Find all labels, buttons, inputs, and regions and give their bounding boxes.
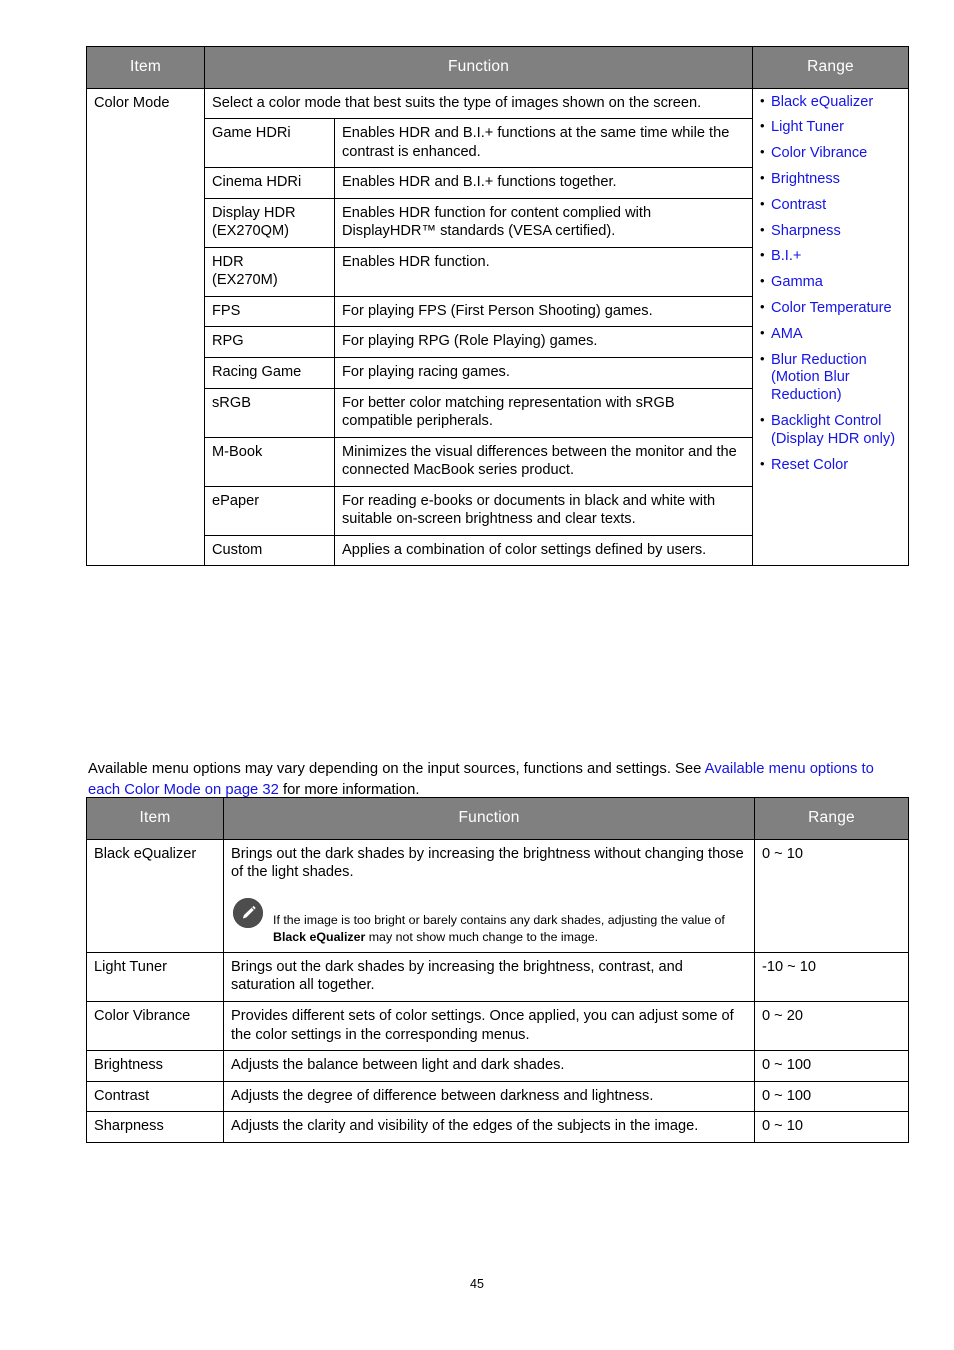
cell-mode-description: For playing RPG (Role Playing) games. <box>334 326 753 358</box>
cell-mode-name: HDR (EX270M) <box>204 246 335 297</box>
available-menu-options-note: Available menu options may vary dependin… <box>88 759 888 802</box>
range-item[interactable]: Reset Color <box>760 456 901 475</box>
cell-setting-function: Adjusts the balance between light and da… <box>223 1050 755 1082</box>
note-text-before: Available menu options may vary dependin… <box>88 760 705 777</box>
range-item[interactable]: Blur Reduction (Motion Blur Reduction) <box>760 351 901 405</box>
range-item[interactable]: B.I.+ <box>760 247 901 266</box>
cell-mode-description: Applies a combination of color settings … <box>334 534 753 567</box>
mode-name-text: Display HDR <box>212 204 296 221</box>
tip-bold-term: Black eQualizer <box>273 929 366 944</box>
table-row: Brightness Adjusts the balance between l… <box>86 1050 909 1082</box>
cell-setting-range: 0 ~ 100 <box>754 1080 909 1113</box>
mode-name-text: sRGB <box>212 394 251 411</box>
range-item[interactable]: Sharpness <box>760 222 901 241</box>
mode-name-text: RPG <box>212 333 244 350</box>
cell-setting-range: 0 ~ 10 <box>754 1111 909 1143</box>
range-item[interactable]: Contrast <box>760 196 901 215</box>
note-text-after: for more information. <box>278 782 420 799</box>
mode-name-text: Custom <box>212 541 263 558</box>
column-header-function: Function <box>204 46 753 89</box>
cell-setting-range: -10 ~ 10 <box>754 951 909 1003</box>
cell-mode-description: Enables HDR and B.I.+ functions at the s… <box>334 118 753 169</box>
table-row: Contrast Adjusts the degree of differenc… <box>86 1080 909 1113</box>
cell-setting-item: Color Vibrance <box>86 1001 224 1052</box>
mode-name-text: ePaper <box>212 492 260 509</box>
table-row: Color Mode Select a color mode that best… <box>86 87 909 567</box>
cell-color-mode-intro: Select a color mode that best suits the … <box>204 87 753 120</box>
cell-mode-name: Custom <box>204 534 335 567</box>
cell-setting-item: Light Tuner <box>86 951 224 1003</box>
document-page: Item Function Range Color Mode Select a … <box>0 0 954 1350</box>
range-item-list: Black eQualizer Light Tuner Color Vibran… <box>760 93 901 475</box>
tip-text-after: may not show much change to the image. <box>365 929 599 944</box>
cell-setting-function: Adjusts the clarity and visibility of th… <box>223 1111 755 1143</box>
cell-mode-description: Enables HDR function for content complie… <box>334 197 753 248</box>
range-item[interactable]: Gamma <box>760 273 901 292</box>
mode-name-text: FPS <box>212 302 241 319</box>
cell-setting-function: Brings out the dark shades by increasing… <box>223 951 755 1003</box>
tip-note-block: If the image is too bright or barely con… <box>231 897 747 946</box>
cell-setting-item: Brightness <box>86 1050 224 1082</box>
cell-setting-range: 0 ~ 100 <box>754 1050 909 1082</box>
range-item[interactable]: AMA <box>760 325 901 344</box>
table-header-row: Item Function Range <box>86 797 909 840</box>
cell-mode-description: For playing FPS (First Person Shooting) … <box>334 295 753 328</box>
cell-item-color-mode: Color Mode <box>86 87 205 567</box>
cell-mode-description: Enables HDR function. <box>334 246 753 297</box>
cell-setting-function: Brings out the dark shades by increasing… <box>223 838 755 953</box>
color-mode-table: Item Function Range Color Mode Select a … <box>86 46 909 567</box>
cell-mode-description: For playing racing games. <box>334 356 753 389</box>
cell-mode-name: Display HDR (EX270QM) <box>204 197 335 248</box>
page-number: 45 <box>470 1277 484 1291</box>
tip-text-before: If the image is too bright or barely con… <box>273 912 725 927</box>
column-header-range: Range <box>754 797 909 840</box>
column-header-item: Item <box>86 46 205 89</box>
cell-setting-item: Black eQualizer <box>86 838 224 953</box>
mode-name-text: Racing Game <box>212 363 302 380</box>
table-row: Light Tuner Brings out the dark shades b… <box>86 951 909 1003</box>
column-header-function: Function <box>223 797 755 840</box>
cell-mode-name: Cinema HDRi <box>204 167 335 199</box>
setting-function-text: Brings out the dark shades by increasing… <box>231 845 744 881</box>
table-header-row: Item Function Range <box>86 46 909 89</box>
cell-setting-item: Contrast <box>86 1080 224 1113</box>
mode-name-text: Game HDRi <box>212 125 291 142</box>
cell-mode-description: For reading e-books or documents in blac… <box>334 485 753 536</box>
cell-mode-name: FPS <box>204 295 335 328</box>
settings-table: Item Function Range Black eQualizer Brin… <box>86 797 909 1143</box>
cell-mode-name: M-Book <box>204 436 335 487</box>
cell-range-list: Black eQualizer Light Tuner Color Vibran… <box>752 87 909 567</box>
cell-setting-function: Adjusts the degree of difference between… <box>223 1080 755 1113</box>
range-item[interactable]: Backlight Control (Display HDR only) <box>760 412 901 449</box>
cell-mode-name: ePaper <box>204 485 335 536</box>
table-row: Black eQualizer Brings out the dark shad… <box>86 838 909 953</box>
mode-name-model: (EX270QM) <box>212 223 290 240</box>
range-item[interactable]: Color Vibrance <box>760 144 901 163</box>
cell-mode-description: For better color matching representation… <box>334 387 753 438</box>
tip-note-text: If the image is too bright or barely con… <box>273 898 747 946</box>
cell-mode-name: Game HDRi <box>204 118 335 169</box>
cell-setting-item: Sharpness <box>86 1111 224 1143</box>
mode-name-text: HDR <box>212 253 244 270</box>
cell-mode-name: RPG <box>204 326 335 358</box>
range-item[interactable]: Color Temperature <box>760 299 901 318</box>
mode-name-text: M-Book <box>212 443 263 460</box>
column-header-item: Item <box>86 797 224 840</box>
pencil-icon <box>233 897 263 928</box>
range-item[interactable]: Black eQualizer <box>760 93 901 112</box>
cell-setting-range: 0 ~ 20 <box>754 1001 909 1052</box>
cell-mode-name: Racing Game <box>204 356 335 389</box>
table-row: Sharpness Adjusts the clarity and visibi… <box>86 1111 909 1143</box>
mode-name-text: Cinema HDRi <box>212 174 302 191</box>
cell-setting-function: Provides different sets of color setting… <box>223 1001 755 1052</box>
cell-setting-range: 0 ~ 10 <box>754 838 909 953</box>
range-item[interactable]: Brightness <box>760 170 901 189</box>
cell-mode-description: Minimizes the visual differences between… <box>334 436 753 487</box>
range-item[interactable]: Light Tuner <box>760 118 901 137</box>
cell-mode-description: Enables HDR and B.I.+ functions together… <box>334 167 753 199</box>
column-header-range: Range <box>752 46 909 89</box>
mode-name-model: (EX270M) <box>212 272 278 289</box>
cell-mode-name: sRGB <box>204 387 335 438</box>
table-row: Color Vibrance Provides different sets o… <box>86 1001 909 1052</box>
